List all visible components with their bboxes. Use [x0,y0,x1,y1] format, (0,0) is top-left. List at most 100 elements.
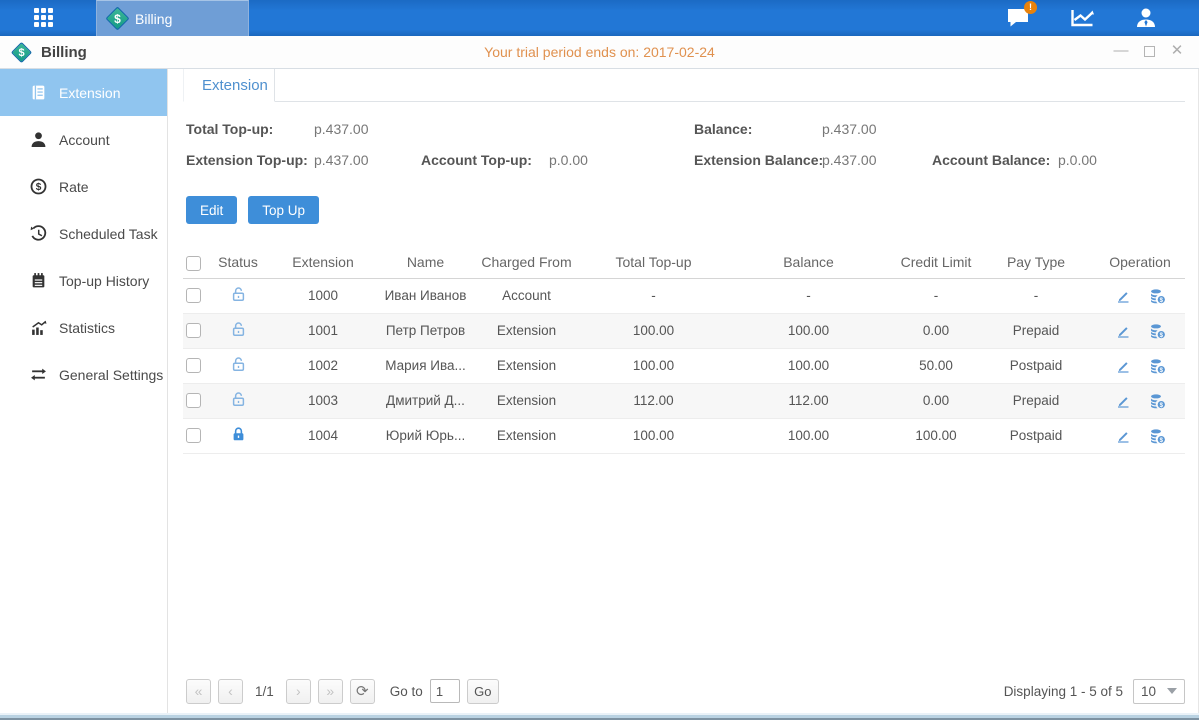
goto-page-input[interactable] [430,679,460,703]
cell-total-topup: 100.00 [585,313,722,348]
topup-coins-icon[interactable]: $ [1149,288,1166,304]
edit-pencil-icon[interactable] [1115,288,1131,304]
cell-extension: 1001 [263,313,383,348]
col-header-total-topup: Total Top-up [585,247,722,278]
cell-pay-type: Postpaid [977,348,1095,383]
account-balance-label: Account Balance: [932,152,1050,168]
cell-name: Юрий Юрь... [383,418,468,453]
edit-pencil-icon[interactable] [1115,428,1131,444]
cell-balance: 100.00 [722,313,895,348]
close-icon[interactable]: ✕ [1169,44,1185,60]
next-page-button[interactable]: › [286,679,311,704]
action-buttons: Edit Top Up [183,196,1185,224]
notebook-icon [30,272,47,289]
lock-closed-icon[interactable] [230,426,247,443]
sidebar-item-label: Extension [59,85,120,101]
user-account-icon[interactable] [1133,5,1159,31]
page-size-select[interactable]: 10 [1133,679,1185,704]
sidebar-item-scheduled-task[interactable]: Scheduled Task [0,210,167,257]
extension-topup-value: p.437.00 [314,152,369,168]
cell-pay-type: Prepaid [977,313,1095,348]
table-row: 1001 Петр Петров Extension 100.00 100.00… [183,313,1185,348]
billing-app-tab-label: Billing [135,11,172,27]
last-page-button[interactable]: » [318,679,343,704]
sidebar: Extension Account $ Rate Scheduled Task [0,69,168,713]
row-checkbox[interactable] [186,428,201,443]
statistics-chart-icon[interactable] [1069,5,1095,31]
lock-open-icon[interactable] [230,321,247,338]
goto-label: Go to [390,684,423,699]
cell-name: Иван Иванов [383,278,468,313]
edit-pencil-icon[interactable] [1115,358,1131,374]
topup-coins-icon[interactable]: $ [1149,358,1166,374]
prev-page-button[interactable]: ‹ [218,679,243,704]
trial-notice: Your trial period ends on: 2017-02-24 [0,44,1199,60]
cell-total-topup: 112.00 [585,383,722,418]
topup-coins-icon[interactable]: $ [1149,323,1166,339]
col-header-charged-from: Charged From [468,247,585,278]
table-row: 1004 Юрий Юрь... Extension 100.00 100.00… [183,418,1185,453]
transfer-arrows-icon [30,366,47,383]
edit-pencil-icon[interactable] [1115,323,1131,339]
sidebar-item-label: Statistics [59,320,115,336]
cell-credit-limit: 0.00 [895,313,977,348]
lock-open-icon[interactable] [230,391,247,408]
cell-extension: 1003 [263,383,383,418]
maximize-icon[interactable] [1144,46,1155,57]
lock-open-icon[interactable] [230,286,247,303]
cell-charged-from: Extension [468,418,585,453]
billing-diamond-dollar-icon: $ [105,6,129,30]
messages-icon[interactable]: ! [1005,5,1031,31]
cell-charged-from: Extension [468,313,585,348]
sidebar-item-statistics[interactable]: Statistics [0,304,167,351]
cell-balance: 100.00 [722,418,895,453]
extension-table: Status Extension Name Charged From Total… [183,247,1185,454]
table-row: 1002 Мария Ива... Extension 100.00 100.0… [183,348,1185,383]
sidebar-item-label: Rate [59,179,89,195]
go-button[interactable]: Go [467,679,499,704]
book-icon [30,84,47,101]
cell-balance: 112.00 [722,383,895,418]
edit-pencil-icon[interactable] [1115,393,1131,409]
top-up-button[interactable]: Top Up [248,196,319,224]
pagination-bar: « ‹ 1/1 › » ⟳ Go to Go Displaying 1 - 5 … [183,676,1185,706]
page-indicator: 1/1 [255,684,274,699]
tab-extension[interactable]: Extension [183,69,275,102]
billing-app-tab[interactable]: $ Billing [96,0,249,36]
cell-total-topup: - [585,278,722,313]
sidebar-item-general-settings[interactable]: General Settings [0,351,167,398]
bar-chart-icon [30,319,47,336]
sidebar-item-extension[interactable]: Extension [0,69,167,116]
clock-history-icon [30,225,47,242]
edit-button[interactable]: Edit [186,196,237,224]
sidebar-item-label: Top-up History [59,273,149,289]
apps-grid-icon[interactable] [34,8,54,28]
cell-total-topup: 100.00 [585,348,722,383]
row-checkbox[interactable] [186,358,201,373]
row-checkbox[interactable] [186,323,201,338]
cell-balance: 100.00 [722,348,895,383]
sidebar-item-account[interactable]: Account [0,116,167,163]
row-checkbox[interactable] [186,288,201,303]
cell-credit-limit: - [895,278,977,313]
topup-coins-icon[interactable]: $ [1149,428,1166,444]
refresh-icon[interactable]: ⟳ [350,679,375,704]
minimize-icon[interactable]: — [1113,44,1129,60]
topup-coins-icon[interactable]: $ [1149,393,1166,409]
user-icon [30,131,47,148]
col-header-balance: Balance [722,247,895,278]
lock-open-icon[interactable] [230,356,247,373]
sidebar-item-label: Account [59,132,110,148]
sidebar-item-topup-history[interactable]: Top-up History [0,257,167,304]
cell-total-topup: 100.00 [585,418,722,453]
cell-name: Дмитрий Д... [383,383,468,418]
row-checkbox[interactable] [186,393,201,408]
balance-label: Balance: [694,121,752,137]
select-all-checkbox[interactable] [186,256,201,271]
sidebar-item-rate[interactable]: $ Rate [0,163,167,210]
col-header-name: Name [383,247,468,278]
cell-credit-limit: 50.00 [895,348,977,383]
first-page-button[interactable]: « [186,679,211,704]
cell-credit-limit: 100.00 [895,418,977,453]
notification-badge: ! [1024,1,1037,14]
